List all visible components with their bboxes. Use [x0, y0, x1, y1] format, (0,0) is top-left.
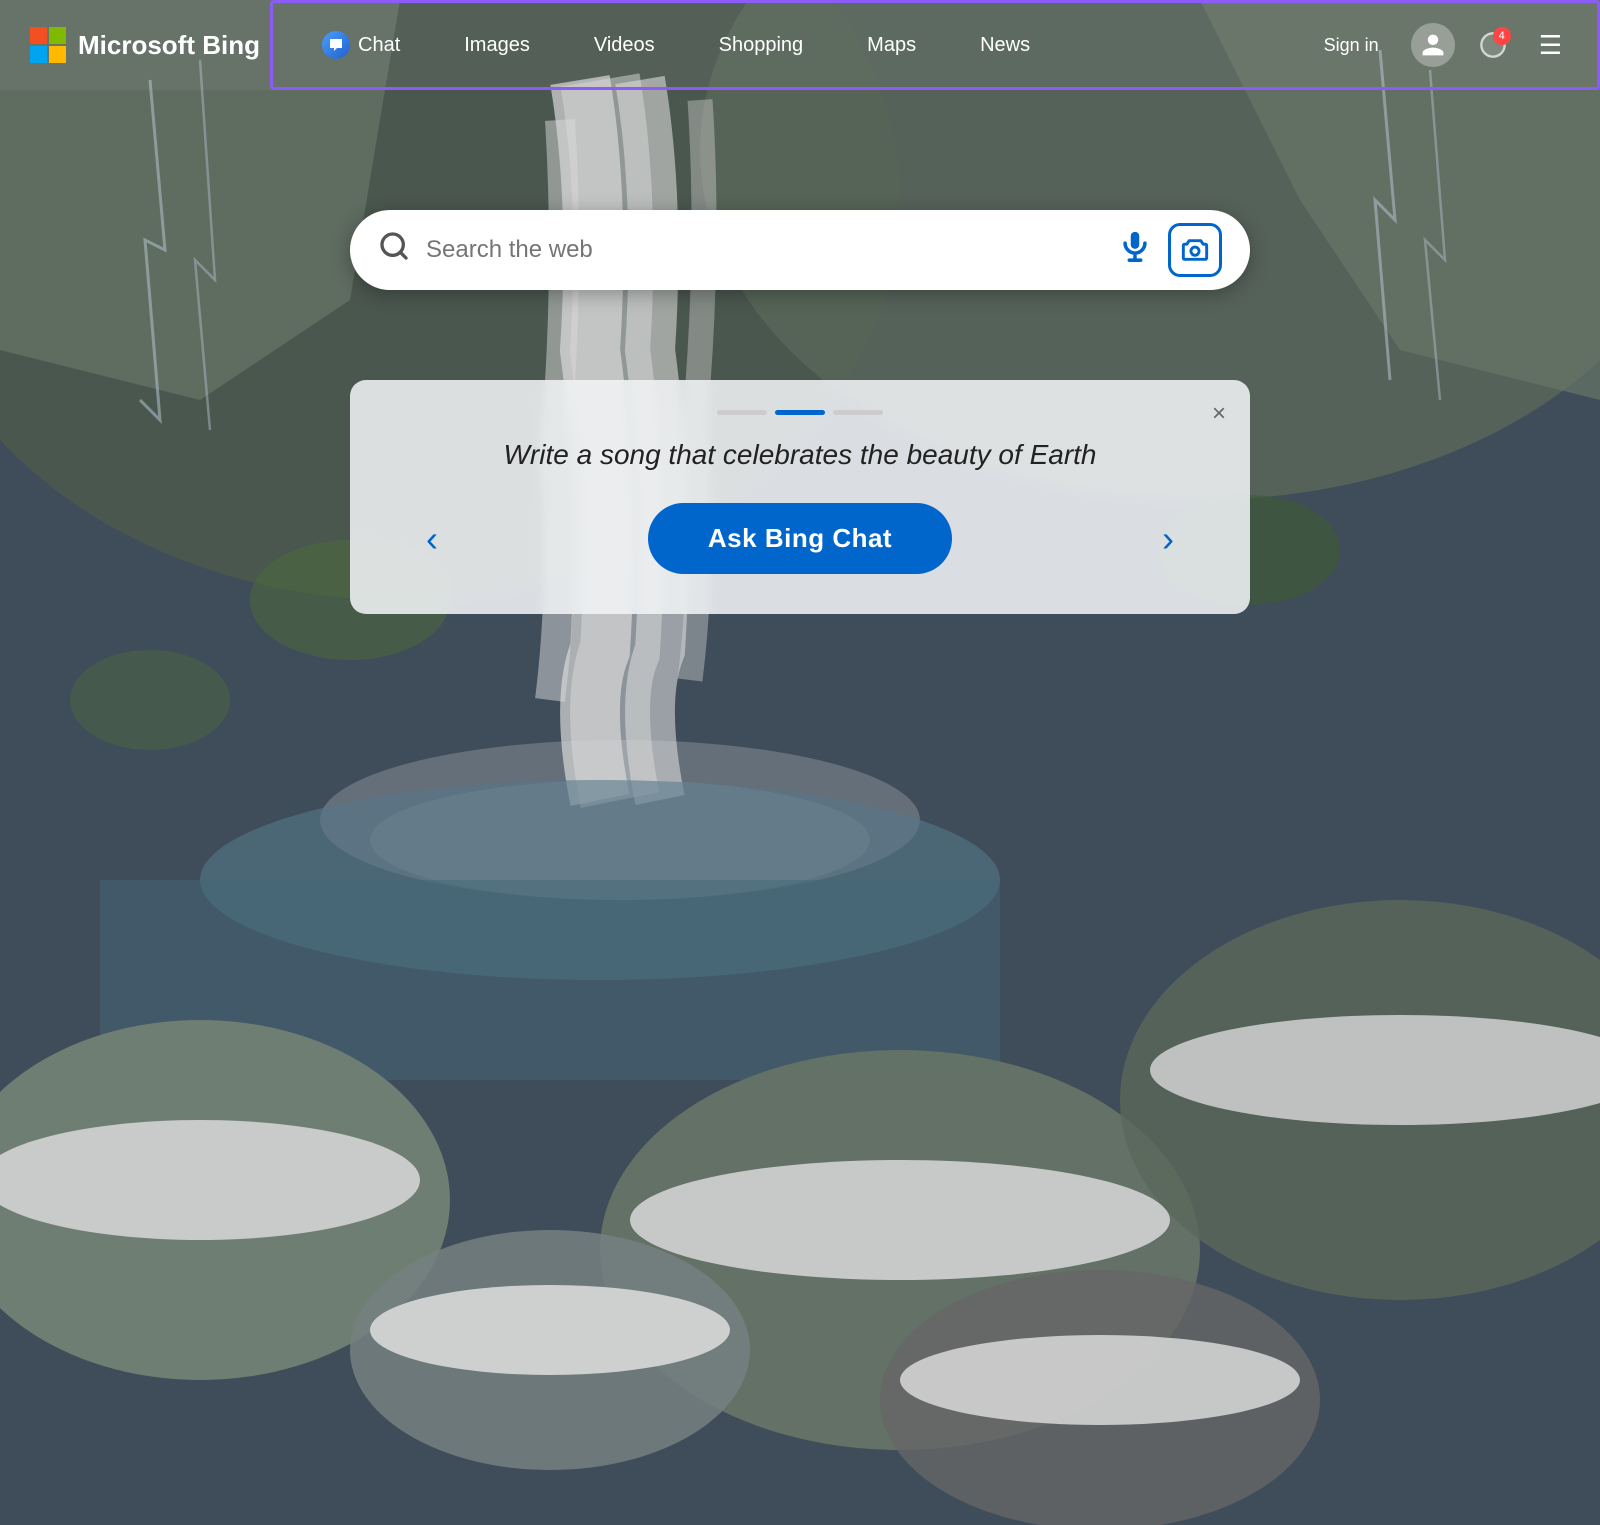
- navbar: Microsoft Bing Chat Images Videos Shoppi…: [0, 0, 1600, 90]
- ask-bing-chat-button[interactable]: Ask Bing Chat: [648, 503, 952, 574]
- prompt-dots-indicator: [410, 410, 1190, 415]
- nav-news[interactable]: News: [948, 0, 1062, 90]
- search-icon: [378, 230, 410, 270]
- notification-button[interactable]: 4: [1471, 23, 1515, 67]
- logo-area: Microsoft Bing: [0, 27, 290, 63]
- ms-logo-blue: [30, 46, 47, 63]
- search-bar: [350, 210, 1250, 290]
- sign-in-button[interactable]: Sign in: [1308, 27, 1395, 64]
- prev-prompt-button[interactable]: ‹: [410, 510, 454, 568]
- hamburger-menu-icon[interactable]: ☰: [1531, 22, 1570, 69]
- ms-logo-yellow: [49, 46, 66, 63]
- ms-logo-red: [30, 27, 47, 44]
- dot-1: [717, 410, 767, 415]
- nav-shopping[interactable]: Shopping: [687, 0, 836, 90]
- prompt-card: × Write a song that celebrates the beaut…: [350, 380, 1250, 614]
- search-container: [350, 210, 1250, 290]
- search-input[interactable]: [426, 236, 1102, 264]
- dot-3: [833, 410, 883, 415]
- nav-maps[interactable]: Maps: [835, 0, 948, 90]
- microphone-icon[interactable]: [1118, 229, 1152, 271]
- visual-search-button[interactable]: [1168, 223, 1222, 277]
- ms-logo-green: [49, 27, 66, 44]
- notification-badge: 4: [1493, 27, 1511, 45]
- nav-links: Chat Images Videos Shopping Maps News: [290, 0, 1308, 90]
- nav-images[interactable]: Images: [432, 0, 562, 90]
- bing-logo-text: Microsoft Bing: [78, 30, 260, 61]
- prompt-suggestion-text: Write a song that celebrates the beauty …: [410, 439, 1190, 471]
- nav-videos[interactable]: Videos: [562, 0, 687, 90]
- user-avatar[interactable]: [1411, 23, 1455, 67]
- chat-icon: [322, 31, 350, 59]
- microsoft-logo: [30, 27, 66, 63]
- nav-actions: Sign in 4 ☰: [1308, 22, 1600, 69]
- close-prompt-button[interactable]: ×: [1212, 400, 1226, 428]
- dot-2: [775, 410, 825, 415]
- prompt-navigation: ‹ Ask Bing Chat ›: [410, 503, 1190, 574]
- next-prompt-button[interactable]: ›: [1146, 510, 1190, 568]
- nav-chat[interactable]: Chat: [290, 0, 432, 90]
